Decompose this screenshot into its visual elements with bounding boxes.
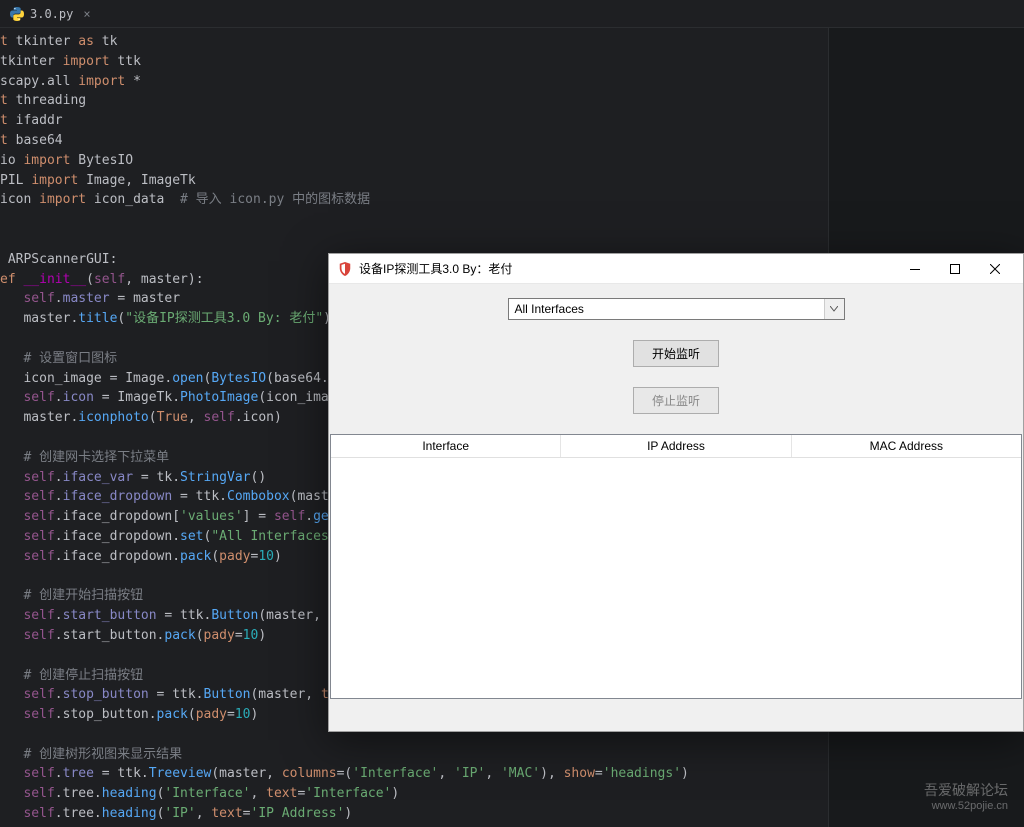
col-ip-address[interactable]: IP Address [561,435,791,457]
app-window: 设备IP探测工具3.0 By：老付 All Interfaces 开始监听 停止… [328,253,1024,732]
code-line[interactable]: tkinter import ttk [0,52,828,72]
col-mac-address[interactable]: MAC Address [792,435,1021,457]
code-line[interactable]: self.tree = ttk.Treeview(master, columns… [0,764,828,784]
stop-button: 停止监听 [633,387,719,414]
results-treeview[interactable]: Interface IP Address MAC Address [330,434,1022,699]
dropdown-value: All Interfaces [515,302,584,316]
start-button[interactable]: 开始监听 [633,340,719,367]
window-body: All Interfaces 开始监听 停止监听 Interface IP Ad… [329,284,1023,709]
maximize-button[interactable] [935,254,975,284]
code-line[interactable]: PIL import Image, ImageTk [0,171,828,191]
tab-filename: 3.0.py [30,7,73,21]
close-button[interactable] [975,254,1015,284]
code-line[interactable]: t base64 [0,131,828,151]
code-line[interactable]: # 创建树形视图来显示结果 [0,745,828,765]
col-interface[interactable]: Interface [331,435,561,457]
code-line[interactable]: io import BytesIO [0,151,828,171]
code-line[interactable]: t threading [0,91,828,111]
code-line[interactable]: self.tree.heading('IP', text='IP Address… [0,804,828,824]
code-line[interactable]: t ifaddr [0,111,828,131]
python-file-icon [10,7,24,21]
code-line[interactable] [0,230,828,250]
code-line[interactable]: scapy.all import * [0,72,828,92]
tab-bar: 3.0.py × [0,0,1024,28]
code-line[interactable]: self.tree.heading('Interface', text='Int… [0,784,828,804]
close-tab-icon[interactable]: × [83,7,90,21]
code-line[interactable]: t tkinter as tk [0,32,828,52]
code-line[interactable] [0,210,828,230]
code-line[interactable]: icon import icon_data # 导入 icon.py 中的图标数… [0,190,828,210]
file-tab[interactable]: 3.0.py × [0,3,101,25]
title-bar[interactable]: 设备IP探测工具3.0 By：老付 [329,254,1023,284]
minimize-button[interactable] [895,254,935,284]
app-shield-icon [337,261,353,277]
window-title: 设备IP探测工具3.0 By：老付 [359,260,895,277]
chevron-down-icon [824,299,844,319]
interface-dropdown[interactable]: All Interfaces [508,298,845,320]
window-controls [895,254,1015,284]
tree-header: Interface IP Address MAC Address [331,435,1021,458]
